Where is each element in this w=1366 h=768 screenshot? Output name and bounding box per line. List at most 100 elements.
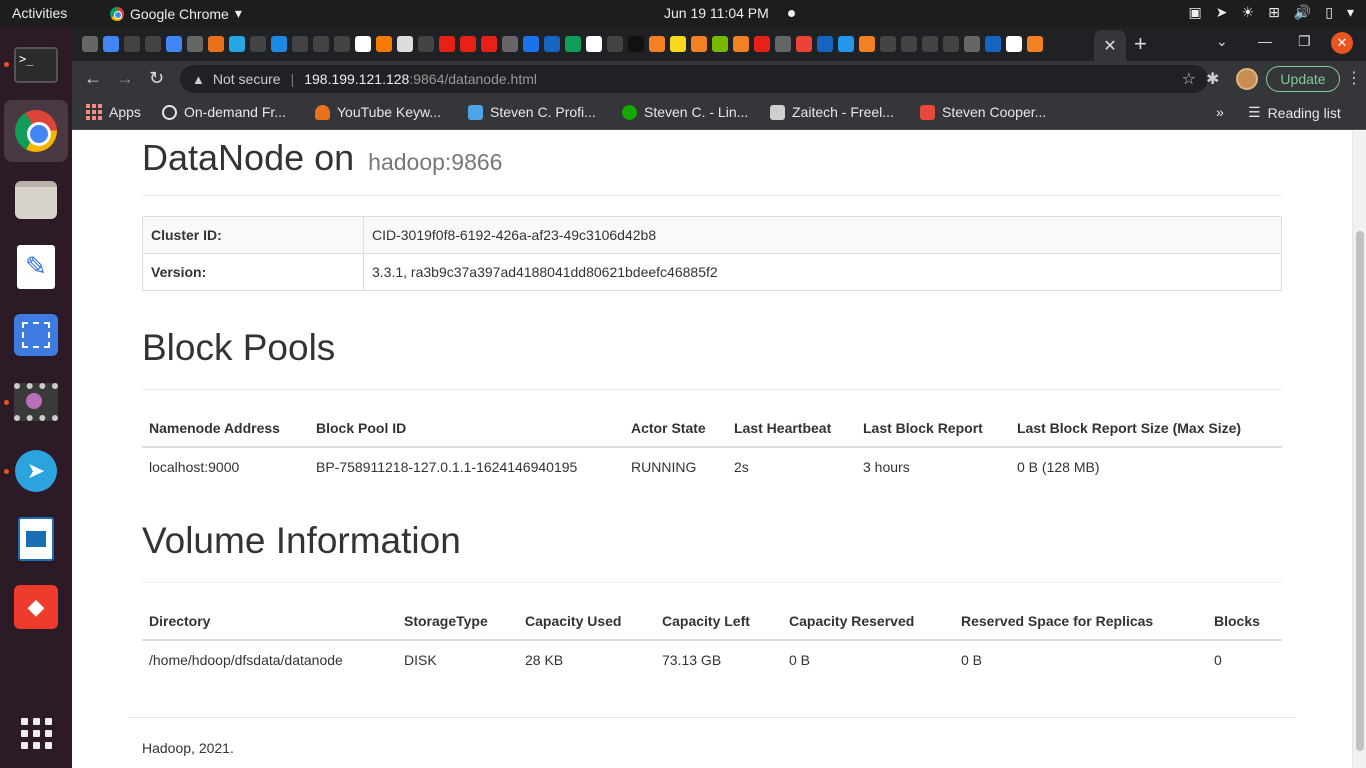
tab-favicon-icon[interactable] bbox=[355, 36, 371, 52]
new-tab-button[interactable]: + bbox=[1134, 31, 1147, 57]
tab-favicon-icon[interactable] bbox=[208, 36, 224, 52]
page-scrollbar[interactable] bbox=[1352, 131, 1366, 768]
tab-favicon-icon[interactable] bbox=[901, 36, 917, 52]
tab-favicon-icon[interactable] bbox=[880, 36, 896, 52]
tab-favicon-icon[interactable] bbox=[838, 36, 854, 52]
version-label: Version: bbox=[142, 253, 364, 291]
dock-chrome[interactable] bbox=[4, 100, 68, 162]
volume-icon[interactable]: 🔊 bbox=[1294, 4, 1311, 21]
tab-search-button[interactable]: ⌄ bbox=[1216, 33, 1228, 50]
tab-favicon-icon[interactable] bbox=[334, 36, 350, 52]
dock-terminal[interactable]: >_ bbox=[10, 39, 62, 91]
camera-icon[interactable]: ▣ bbox=[1189, 4, 1202, 21]
update-button[interactable]: Update bbox=[1266, 66, 1340, 92]
tab-favicon-icon[interactable] bbox=[481, 36, 497, 52]
tab-favicon-icon[interactable] bbox=[271, 36, 287, 52]
dock-video-player[interactable] bbox=[10, 376, 62, 428]
bookmark-star-icon[interactable]: ☆ bbox=[1182, 69, 1196, 89]
tab-favicon-icon[interactable] bbox=[859, 36, 875, 52]
telegram-tray-icon[interactable]: ➤ bbox=[1216, 4, 1228, 21]
tab-favicon-icon[interactable] bbox=[775, 36, 791, 52]
bookmark-youtube-keywords[interactable]: YouTube Keyw... bbox=[315, 104, 441, 120]
network-icon[interactable]: ⊞ bbox=[1268, 4, 1280, 21]
dock-text-editor[interactable] bbox=[10, 241, 62, 293]
bookmark-label: Steven C. Profi... bbox=[490, 104, 596, 120]
tab-favicon-icon[interactable] bbox=[187, 36, 203, 52]
tab-favicon-icon[interactable] bbox=[250, 36, 266, 52]
address-bar[interactable]: ▲ Not secure | 198.199.121.128:9864/data… bbox=[180, 65, 1208, 93]
tab-favicon-icon[interactable] bbox=[229, 36, 245, 52]
tab-favicon-icon[interactable] bbox=[124, 36, 140, 52]
bookmark-label: On-demand Fr... bbox=[184, 104, 286, 120]
dock-screenshot[interactable] bbox=[10, 309, 62, 361]
menu-kebab-icon[interactable]: ⋮ bbox=[1346, 68, 1362, 88]
tab-favicon-icon[interactable] bbox=[82, 36, 98, 52]
dock-anydesk[interactable]: ◆ bbox=[10, 581, 62, 633]
tab-favicon-icon[interactable] bbox=[1027, 36, 1043, 52]
more-bookmarks-chevron-icon[interactable]: » bbox=[1216, 104, 1224, 120]
tab-favicon-icon[interactable] bbox=[166, 36, 182, 52]
bookmark-zaitech[interactable]: Zaitech - Freel... bbox=[770, 104, 894, 120]
maximize-button[interactable]: ❐ bbox=[1298, 33, 1311, 50]
tab-favicon-icon[interactable] bbox=[397, 36, 413, 52]
battery-icon[interactable]: ▯ bbox=[1325, 4, 1333, 21]
clock[interactable]: Jun 19 11:04 PM bbox=[664, 5, 769, 21]
tab-favicon-icon[interactable] bbox=[418, 36, 434, 52]
tab-favicon-icon[interactable] bbox=[586, 36, 602, 52]
tab-favicon-icon[interactable] bbox=[733, 36, 749, 52]
profile-avatar[interactable] bbox=[1236, 68, 1258, 90]
active-tab-close-button[interactable]: ✕ bbox=[1094, 30, 1126, 61]
tab-favicon-icon[interactable] bbox=[544, 36, 560, 52]
bookmark-apps[interactable]: Apps bbox=[86, 104, 141, 120]
tab-favicon-icon[interactable] bbox=[439, 36, 455, 52]
tab-favicon-icon[interactable] bbox=[607, 36, 623, 52]
tab-favicon-icon[interactable] bbox=[565, 36, 581, 52]
tab-favicon-icon[interactable] bbox=[376, 36, 392, 52]
reload-button[interactable]: ↻ bbox=[149, 68, 164, 89]
window-close-button[interactable]: ✕ bbox=[1331, 32, 1353, 54]
tab-favicon-icon[interactable] bbox=[754, 36, 770, 52]
tab-favicon-icon[interactable] bbox=[628, 36, 644, 52]
pinned-tabs[interactable] bbox=[82, 36, 1043, 52]
tab-favicon-icon[interactable] bbox=[964, 36, 980, 52]
warning-icon[interactable]: ▲ bbox=[192, 72, 205, 87]
system-menu-caret-icon[interactable]: ▾ bbox=[1347, 4, 1354, 21]
back-button[interactable]: ← bbox=[84, 68, 102, 89]
tab-favicon-icon[interactable] bbox=[313, 36, 329, 52]
tab-favicon-icon[interactable] bbox=[817, 36, 833, 52]
tab-favicon-icon[interactable] bbox=[670, 36, 686, 52]
tab-favicon-icon[interactable] bbox=[460, 36, 476, 52]
system-tray[interactable]: ▣ ➤ ☀ ⊞ 🔊 ▯ ▾ bbox=[1189, 4, 1354, 21]
tab-favicon-icon[interactable] bbox=[796, 36, 812, 52]
bookmark-steven-cooper[interactable]: Steven Cooper... bbox=[920, 104, 1046, 120]
tab-favicon-icon[interactable] bbox=[502, 36, 518, 52]
tab-favicon-icon[interactable] bbox=[649, 36, 665, 52]
dock-telegram[interactable]: ➤ bbox=[10, 445, 62, 497]
brightness-icon[interactable]: ☀ bbox=[1242, 4, 1255, 21]
datanode-info-table: Cluster ID: CID-3019f0f8-6192-426a-af23-… bbox=[142, 216, 1282, 291]
tab-favicon-icon[interactable] bbox=[985, 36, 1001, 52]
extensions-puzzle-icon[interactable]: ✱ bbox=[1206, 69, 1219, 89]
reading-list-button[interactable]: ☰ Reading list bbox=[1248, 104, 1341, 121]
scrollbar-thumb[interactable] bbox=[1356, 231, 1364, 751]
dock-document-viewer[interactable] bbox=[10, 513, 62, 565]
bookmark-steven-linkedin[interactable]: Steven C. - Lin... bbox=[622, 104, 748, 120]
forward-button[interactable]: → bbox=[116, 68, 134, 89]
bookmark-on-demand[interactable]: On-demand Fr... bbox=[162, 104, 286, 120]
tab-favicon-icon[interactable] bbox=[145, 36, 161, 52]
tab-favicon-icon[interactable] bbox=[292, 36, 308, 52]
app-menu[interactable]: Google Chrome ▾ bbox=[110, 5, 242, 22]
activities-button[interactable]: Activities bbox=[12, 5, 67, 21]
tab-favicon-icon[interactable] bbox=[943, 36, 959, 52]
tab-favicon-icon[interactable] bbox=[103, 36, 119, 52]
dock-files[interactable] bbox=[10, 174, 62, 226]
tab-favicon-icon[interactable] bbox=[691, 36, 707, 52]
tab-favicon-icon[interactable] bbox=[523, 36, 539, 52]
tab-favicon-icon[interactable] bbox=[922, 36, 938, 52]
show-applications-button[interactable] bbox=[10, 707, 62, 759]
bookmark-steven-profile[interactable]: Steven C. Profi... bbox=[468, 104, 596, 120]
tab-favicon-icon[interactable] bbox=[712, 36, 728, 52]
security-status[interactable]: Not secure bbox=[213, 71, 281, 87]
tab-favicon-icon[interactable] bbox=[1006, 36, 1022, 52]
minimize-button[interactable]: — bbox=[1258, 33, 1272, 49]
